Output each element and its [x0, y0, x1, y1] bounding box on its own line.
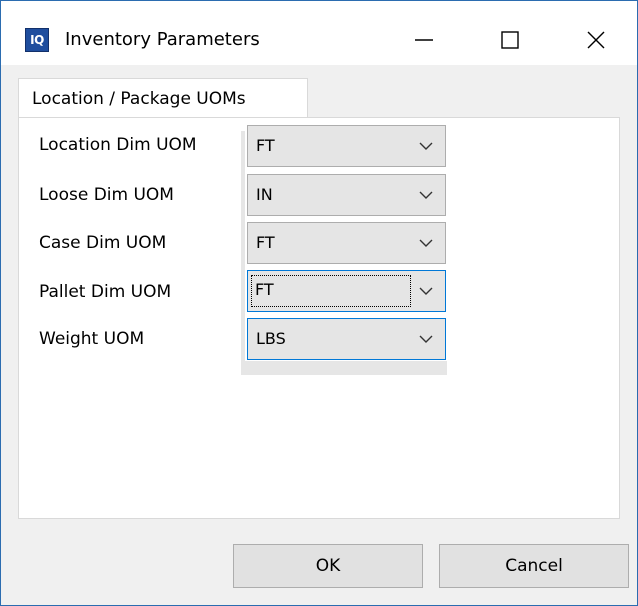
chevron-down-icon	[419, 191, 433, 199]
chevron-down-icon	[419, 287, 433, 295]
title-bar: IQ Inventory Parameters	[1, 1, 637, 65]
weight-uom-label: Weight UOM	[39, 329, 145, 349]
panel-divider	[241, 131, 245, 375]
pallet-dim-uom-select[interactable]: FT	[247, 270, 446, 312]
case-dim-uom-value: FT	[256, 233, 275, 252]
chevron-down-icon	[419, 142, 433, 150]
chevron-down-icon	[419, 335, 433, 343]
panel-divider-bottom	[245, 361, 447, 375]
tab-location-package-uoms[interactable]: Location / Package UOMs	[18, 78, 308, 119]
window-title: Inventory Parameters	[65, 29, 260, 50]
weight-uom-value: LBS	[256, 329, 286, 348]
chevron-down-icon	[419, 239, 433, 247]
loose-dim-uom-value: IN	[256, 185, 273, 204]
pallet-dim-uom-label: Pallet Dim UOM	[39, 282, 172, 302]
maximize-button[interactable]	[487, 17, 533, 63]
pallet-dim-uom-value: FT	[251, 275, 411, 307]
weight-uom-select[interactable]: LBS	[247, 318, 446, 360]
close-button[interactable]	[573, 17, 619, 63]
close-icon	[587, 31, 605, 49]
maximize-icon	[501, 31, 519, 49]
minimize-icon	[415, 39, 433, 41]
loose-dim-uom-select[interactable]: IN	[247, 174, 446, 216]
case-dim-uom-select[interactable]: FT	[247, 222, 446, 264]
case-dim-uom-label: Case Dim UOM	[39, 233, 167, 253]
location-dim-uom-label: Location Dim UOM	[39, 135, 197, 155]
location-dim-uom-select[interactable]: FT	[247, 125, 446, 167]
app-iq-icon: IQ	[25, 28, 49, 52]
ok-button[interactable]: OK	[233, 544, 423, 588]
cancel-button[interactable]: Cancel	[439, 544, 629, 588]
loose-dim-uom-label: Loose Dim UOM	[39, 185, 174, 205]
inventory-parameters-dialog: IQ Inventory Parameters Location / Packa…	[0, 0, 638, 606]
minimize-button[interactable]	[401, 17, 447, 63]
location-dim-uom-value: FT	[256, 136, 275, 155]
